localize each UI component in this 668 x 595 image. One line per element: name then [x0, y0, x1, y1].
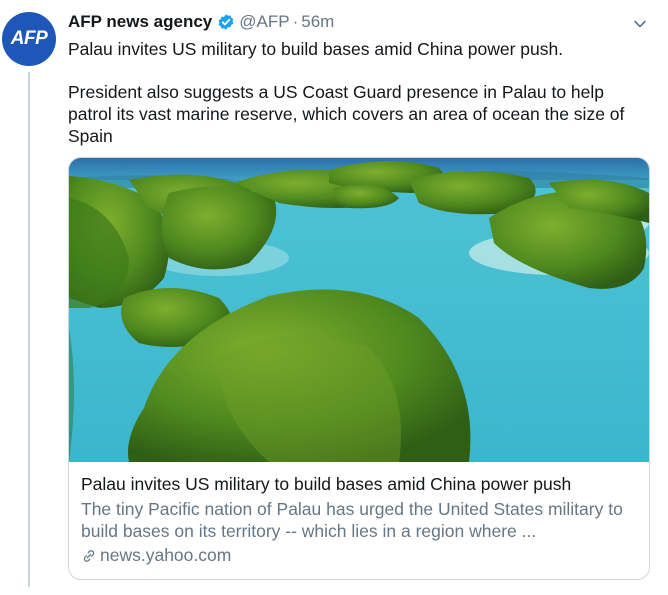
- card-image[interactable]: [69, 158, 649, 462]
- author-name[interactable]: AFP news agency: [68, 12, 212, 32]
- avatar[interactable]: AFP: [2, 12, 56, 66]
- tweet-header: AFP news agency @AFP · 56m: [68, 12, 334, 32]
- card-description: The tiny Pacific nation of Palau has urg…: [81, 499, 623, 541]
- link-icon: [81, 548, 97, 564]
- card-domain[interactable]: news.yahoo.com: [81, 545, 231, 566]
- chevron-down-icon[interactable]: [632, 16, 648, 32]
- tweet-text-paragraph: President also suggests a US Coast Guard…: [68, 82, 625, 146]
- verified-badge-icon: [217, 13, 235, 31]
- card-title[interactable]: Palau invites US military to build bases…: [81, 474, 571, 495]
- card-domain-text: news.yahoo.com: [100, 545, 232, 565]
- link-card[interactable]: Palau invites US military to build bases…: [68, 157, 650, 580]
- thread-line: [28, 72, 30, 587]
- timestamp[interactable]: 56m: [301, 12, 334, 32]
- separator-dot: ·: [292, 12, 299, 31]
- author-handle[interactable]: @AFP: [239, 12, 289, 32]
- tweet-text-line1: Palau invites US military to build bases…: [68, 39, 564, 59]
- tweet[interactable]: AFP AFP news agency @AFP · 56m Palau inv…: [0, 0, 668, 595]
